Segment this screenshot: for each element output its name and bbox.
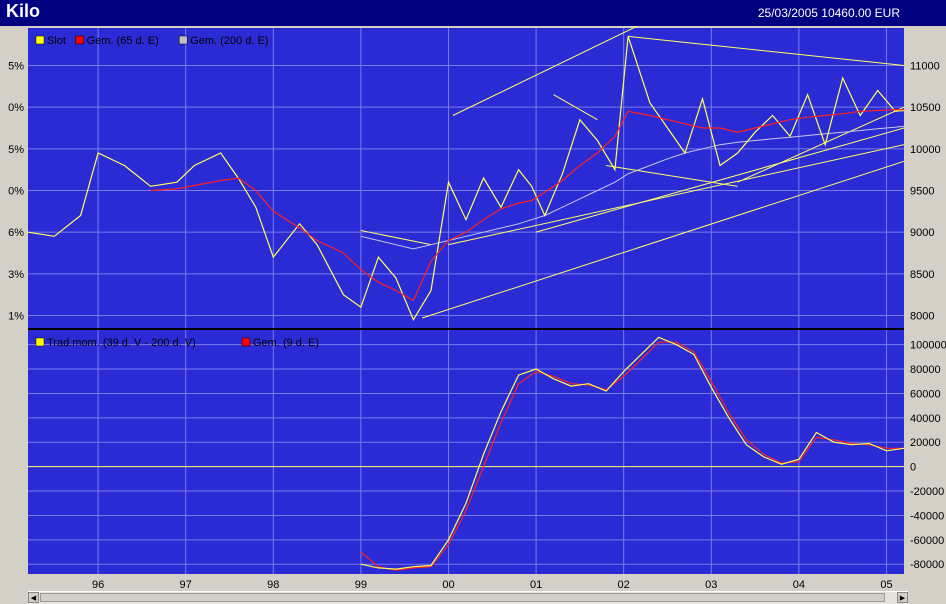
price-panel-background xyxy=(28,28,904,328)
price-tick-label: 11000 xyxy=(910,61,940,73)
percent-tick-label: 3% xyxy=(8,269,24,281)
momentum-tick-label: 0 xyxy=(910,462,916,474)
price-axis-right: 11000 10500 10000 9500 9000 8500 8000 xyxy=(910,61,941,323)
percent-tick-label: 5% xyxy=(8,144,24,156)
legend-label: Trad.mom. (39 d. V - 200 d. V) xyxy=(47,337,196,349)
legend-swatch xyxy=(35,35,45,45)
horizontal-scrollbar[interactable]: ◀ ▶ xyxy=(28,591,908,604)
legend-label: Slot xyxy=(47,35,66,47)
percent-tick-label: 6% xyxy=(8,227,24,239)
momentum-tick-label: 100000 xyxy=(910,340,946,352)
momentum-tick-label: -40000 xyxy=(910,510,944,522)
scroll-right-button[interactable]: ▶ xyxy=(897,592,908,603)
momentum-tick-label: -80000 xyxy=(910,559,944,571)
price-tick-label: 10000 xyxy=(910,144,941,156)
app-title: Kilo xyxy=(6,1,40,21)
x-axis: 96 97 98 99 00 01 02 03 04 05 xyxy=(92,579,893,591)
price-tick-label: 8000 xyxy=(910,311,934,323)
legend-swatch xyxy=(178,35,188,45)
momentum-axis-right: 100000 80000 60000 40000 20000 0 -20000 -40000 -… xyxy=(910,340,946,572)
price-tick-label: 10500 xyxy=(910,102,941,114)
x-tick-label: 00 xyxy=(442,579,454,590)
x-tick-label: 96 xyxy=(92,579,104,590)
date-price-readout: 25/03/2005 10460.00 EUR xyxy=(757,6,900,20)
legend-label: Gem. (200 d. E) xyxy=(190,35,268,47)
momentum-tick-label: 20000 xyxy=(910,437,941,449)
momentum-tick-label: 80000 xyxy=(910,364,941,376)
x-tick-label: 03 xyxy=(705,579,717,590)
momentum-tick-label: -60000 xyxy=(910,535,944,547)
price-tick-label: 8500 xyxy=(910,269,934,281)
scroll-thumb[interactable] xyxy=(40,593,885,602)
price-tick-label: 9000 xyxy=(910,227,934,239)
price-tick-label: 9500 xyxy=(910,186,934,198)
momentum-legend: Trad.mom. (39 d. V - 200 d. V) Gem. (9 d.… xyxy=(35,337,319,349)
scroll-left-button[interactable]: ◀ xyxy=(28,592,39,603)
percent-tick-label: 0% xyxy=(8,102,24,114)
legend-swatch xyxy=(35,337,45,347)
momentum-tick-label: -20000 xyxy=(910,486,944,498)
percent-axis-left: 5% 0% 5% 0% 6% 3% 1% xyxy=(8,61,24,323)
title-bar: Kilo 25/03/2005 10460.00 EUR xyxy=(0,0,946,26)
x-tick-label: 99 xyxy=(355,579,367,590)
x-tick-label: 97 xyxy=(180,579,192,590)
momentum-panel-background xyxy=(28,330,904,574)
legend-swatch xyxy=(75,35,84,45)
x-tick-label: 02 xyxy=(618,579,630,590)
x-tick-label: 05 xyxy=(880,579,892,590)
percent-tick-label: 1% xyxy=(8,311,24,323)
momentum-tick-label: 40000 xyxy=(910,413,941,425)
legend-label: Gem. (65 d. E) xyxy=(87,35,159,47)
chart-area[interactable]: Slot Gem. (65 d. E) Gem. (200 d. E) 11000 1… xyxy=(0,6,946,591)
momentum-tick-label: 60000 xyxy=(910,388,941,400)
chart-svg[interactable]: Slot Gem. (65 d. E) Gem. (200 d. E) 110001… xyxy=(0,6,946,591)
x-tick-label: 04 xyxy=(793,579,805,590)
x-tick-label: 98 xyxy=(267,579,279,590)
percent-tick-label: 0% xyxy=(8,186,24,198)
legend-swatch xyxy=(241,337,251,347)
legend-label: Gem. (9 d. E) xyxy=(253,337,319,349)
x-tick-label: 01 xyxy=(530,579,542,590)
percent-tick-label: 5% xyxy=(8,61,24,73)
